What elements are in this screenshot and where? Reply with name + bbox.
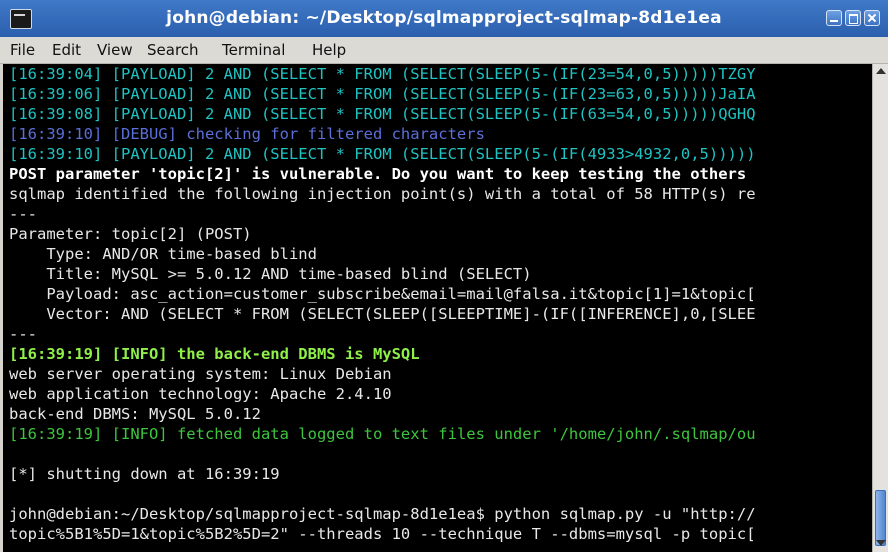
scroll-down-arrow-icon[interactable] [876,540,886,546]
vertical-scrollbar[interactable] [872,64,888,552]
terminal-line: Type: AND/OR time-based blind [9,245,317,263]
terminal-line: web application technology: Apache 2.4.1… [9,385,392,403]
terminal-line: Title: MySQL >= 5.0.12 AND time-based bl… [9,265,532,283]
close-button[interactable] [864,10,880,26]
menu-file[interactable]: File [10,41,35,59]
terminal-line: [16:39:06] [PAYLOAD] 2 AND (SELECT * FRO… [9,85,756,103]
terminal-line: [16:39:10] [PAYLOAD] 2 AND (SELECT * FRO… [9,145,756,163]
menu-help[interactable]: Help [312,41,346,59]
window-title: john@debian: ~/Desktop/sqlmapproject-sql… [166,8,722,28]
terminal-line: [16:39:19] [INFO] fetched data logged to… [9,425,756,443]
terminal-line: back-end DBMS: MySQL 5.0.12 [9,405,261,423]
scroll-up-arrow-icon[interactable] [876,68,886,74]
terminal-line: topic%5B1%5D=1&topic%5B2%5D=2" --threads… [9,525,756,543]
menu-view[interactable]: View [97,41,133,59]
terminal-line: [16:39:10] [DEBUG] checking for filtered… [9,125,485,143]
terminal-line: Parameter: topic[2] (POST) [9,225,252,243]
maximize-button[interactable] [845,10,861,26]
terminal-line: [16:39:04] [PAYLOAD] 2 AND (SELECT * FRO… [9,65,756,83]
terminal-line: web server operating system: Linux Debia… [9,365,392,383]
minimize-button[interactable] [826,10,842,26]
menu-search[interactable]: Search [147,41,199,59]
terminal-window: john@debian: ~/Desktop/sqlmapproject-sql… [0,0,888,552]
terminal-line: sqlmap identified the following injectio… [9,185,756,203]
terminal-line: [*] shutting down at 16:39:19 [9,465,280,483]
terminal-line: john@debian:~/Desktop/sqlmapproject-sqlm… [9,505,756,523]
title-bar[interactable]: john@debian: ~/Desktop/sqlmapproject-sql… [0,0,888,37]
menu-edit[interactable]: Edit [52,41,81,59]
terminal-line: --- [9,205,37,223]
terminal-line: --- [9,325,37,343]
terminal-line: Payload: asc_action=customer_subscribe&e… [9,285,756,303]
terminal-line: [16:39:08] [PAYLOAD] 2 AND (SELECT * FRO… [9,105,756,123]
terminal-line: POST parameter 'topic[2]' is vulnerable.… [9,165,747,183]
terminal-output[interactable]: [16:39:04] [PAYLOAD] 2 AND (SELECT * FRO… [3,64,872,552]
terminal-line: [16:39:19] [INFO] the back-end DBMS is M… [9,345,420,363]
scrollbar-thumb[interactable] [875,490,886,546]
menu-bar: File Edit View Search Terminal Help [0,37,888,64]
menu-terminal[interactable]: Terminal [222,41,285,59]
terminal-line: Vector: AND (SELECT * FROM (SELECT(SLEEP… [9,305,756,323]
